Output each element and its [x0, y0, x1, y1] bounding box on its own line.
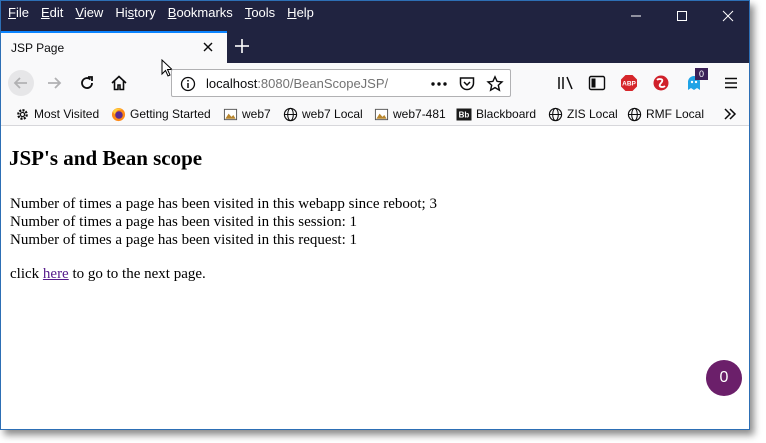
- menu-history[interactable]: History: [110, 5, 160, 20]
- menu-bar: File Edit View History Bookmarks Tools H…: [1, 1, 319, 23]
- next-page-sentence: click here to go to the next page.: [10, 266, 206, 282]
- page-heading: JSP's and Bean scope: [9, 146, 203, 170]
- star-icon: [486, 75, 504, 92]
- next-page-link[interactable]: here: [43, 266, 69, 282]
- page-actions-button[interactable]: [430, 75, 448, 93]
- tab-jsp-page[interactable]: JSP Page: [1, 31, 227, 63]
- reload-button[interactable]: [74, 70, 100, 96]
- bookmark-web7[interactable]: web7: [222, 105, 271, 123]
- library-button[interactable]: [556, 73, 576, 93]
- maximize-button[interactable]: [659, 1, 705, 31]
- svg-text:Bb: Bb: [459, 110, 470, 119]
- bookmark-web7-local[interactable]: web7 Local: [282, 105, 363, 123]
- menu-view[interactable]: View: [70, 5, 108, 20]
- close-window-button[interactable]: [705, 1, 751, 31]
- page-content: JSP's and Bean scope Number of times a p…: [1, 126, 749, 429]
- menu-tools[interactable]: Tools: [240, 5, 280, 20]
- home-button[interactable]: [106, 70, 132, 96]
- bookmark-star-button[interactable]: [486, 75, 504, 93]
- title-bar: File Edit View History Bookmarks Tools H…: [1, 1, 749, 63]
- navigation-toolbar: localhost:8080/BeanScopeJSP/ ABP 0: [1, 59, 749, 103]
- hamburger-menu-icon: [725, 77, 737, 89]
- image-icon: [222, 106, 238, 122]
- menu-help[interactable]: Help: [282, 5, 319, 20]
- back-arrow-icon: [13, 77, 27, 89]
- pocket-icon: [459, 77, 475, 91]
- svg-text:ABP: ABP: [622, 81, 636, 88]
- new-tab-icon[interactable]: [233, 37, 251, 55]
- tab-title: JSP Page: [11, 41, 65, 55]
- sidebar-button[interactable]: [587, 73, 607, 93]
- bookmark-zis-local[interactable]: ZIS Local: [547, 105, 618, 123]
- url-bar[interactable]: localhost:8080/BeanScopeJSP/: [171, 69, 511, 97]
- blackboard-icon: Bb: [456, 106, 472, 122]
- abp-icon: ABP: [621, 75, 637, 91]
- more-dots-icon: [431, 82, 447, 86]
- home-icon: [111, 75, 127, 91]
- close-icon: [722, 10, 734, 22]
- info-icon[interactable]: [180, 76, 196, 92]
- bookmark-web7-481[interactable]: web7-481: [373, 105, 446, 123]
- globe-icon: [282, 106, 298, 122]
- extension-button[interactable]: [651, 73, 671, 93]
- bookmark-most-visited[interactable]: Most Visited: [14, 105, 99, 123]
- session-visits-text: Number of times a page has been visited …: [10, 214, 358, 230]
- pocket-button[interactable]: [458, 75, 476, 93]
- firefox-icon: [110, 106, 126, 122]
- menu-bookmarks[interactable]: Bookmarks: [163, 5, 238, 20]
- stop-extension-icon: [653, 75, 669, 91]
- bookmarks-toolbar: Most Visited Getting Started web7 web7 L…: [1, 103, 749, 126]
- menu-edit[interactable]: Edit: [36, 5, 68, 20]
- reload-icon: [81, 76, 93, 89]
- minimize-button[interactable]: [613, 1, 659, 31]
- globe-icon: [626, 106, 642, 122]
- bookmark-blackboard[interactable]: Bb Blackboard: [456, 105, 536, 123]
- tab-close-icon[interactable]: [201, 40, 215, 54]
- extension-badge: 0: [695, 68, 708, 80]
- globe-icon: [547, 106, 563, 122]
- sidebar-icon: [588, 75, 606, 91]
- forward-button[interactable]: [41, 70, 67, 96]
- menu-file[interactable]: File: [3, 5, 34, 20]
- minimize-icon: [631, 15, 641, 17]
- webapp-visits-text: Number of times a page has been visited …: [10, 196, 437, 212]
- bookmarks-overflow-button[interactable]: [723, 105, 737, 123]
- bookmark-getting-started[interactable]: Getting Started: [110, 105, 211, 123]
- library-icon: [558, 76, 573, 90]
- gear-icon: [14, 106, 30, 122]
- maximize-icon: [677, 11, 687, 21]
- url-text[interactable]: localhost:8080/BeanScopeJSP/: [206, 76, 388, 91]
- chevron-double-right-icon: [724, 108, 737, 120]
- back-button[interactable]: [8, 70, 34, 96]
- open-menu-button[interactable]: [721, 73, 741, 93]
- adblock-button[interactable]: ABP: [619, 73, 639, 93]
- browser-window: File Edit View History Bookmarks Tools H…: [0, 0, 750, 430]
- request-visits-text: Number of times a page has been visited …: [10, 232, 357, 248]
- forward-arrow-icon: [48, 77, 62, 89]
- bookmark-rmf-local[interactable]: RMF Local: [626, 105, 704, 123]
- ghostery-button[interactable]: 0: [684, 68, 708, 93]
- floating-counter-button[interactable]: 0: [706, 360, 742, 396]
- image-icon: [373, 106, 389, 122]
